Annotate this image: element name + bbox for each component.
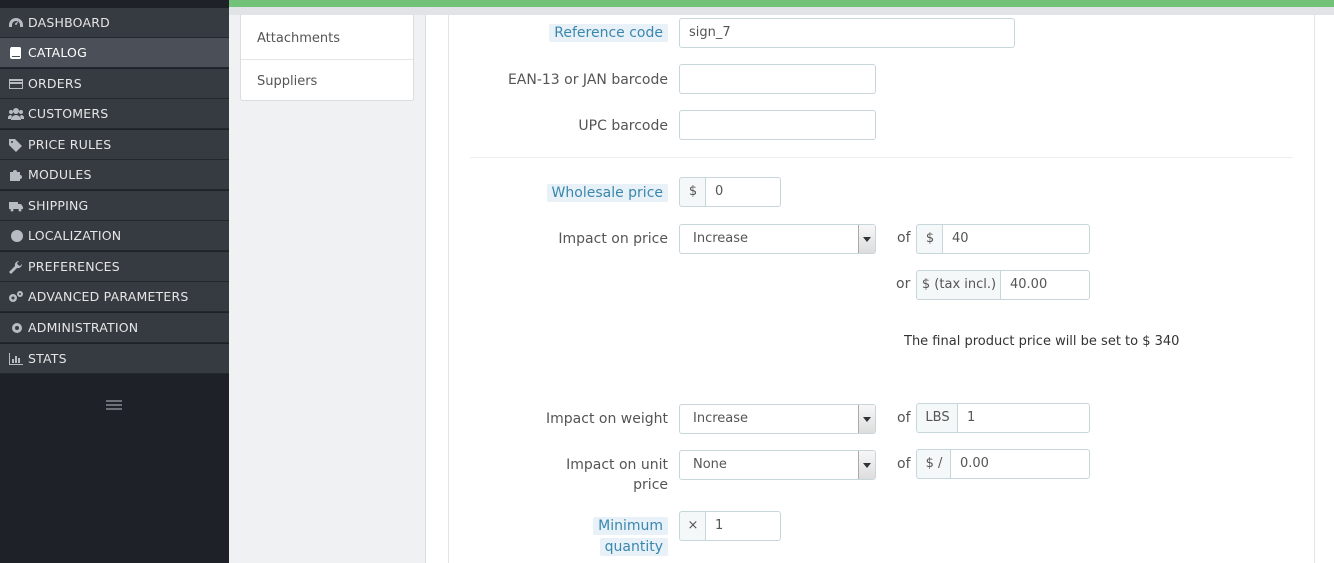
select-value: Increase xyxy=(693,411,749,426)
sidebar-item-customers[interactable]: Customers xyxy=(0,99,229,129)
sidebar-item-catalog[interactable]: Catalog xyxy=(0,38,229,68)
sidebar-item-localization[interactable]: Localization xyxy=(0,221,229,251)
users-icon xyxy=(8,107,24,120)
wholesale-price-input[interactable]: 0 xyxy=(705,177,781,207)
currency-addon: $ xyxy=(916,224,943,254)
sidebar-item-label: Catalog xyxy=(28,45,87,60)
sidebar-item-label: Customers xyxy=(28,106,109,121)
sidebar-item-advanced-parameters[interactable]: Advanced Parameters xyxy=(0,282,229,312)
globe-icon xyxy=(11,229,23,242)
reference-code-label: Reference code xyxy=(549,23,668,43)
sidebar-item-label: Preferences xyxy=(28,259,120,274)
sidebar-item-label: Shipping xyxy=(28,198,89,213)
divider xyxy=(470,157,1293,158)
sidebar: Dashboard Catalog Orders Customers Price… xyxy=(0,0,229,563)
wrench-icon xyxy=(9,260,23,274)
upc-label: UPC barcode xyxy=(578,118,668,134)
impact-price-tax-input[interactable]: 40.00 xyxy=(1000,270,1090,300)
impact-weight-label: Impact on weight xyxy=(546,411,668,427)
ean13-input[interactable] xyxy=(679,64,876,94)
sidebar-item-label: Orders xyxy=(28,76,82,91)
tab-suppliers[interactable]: Suppliers xyxy=(241,59,413,101)
sidebar-item-orders[interactable]: Orders xyxy=(0,69,229,99)
chevron-down-icon xyxy=(858,405,875,433)
sidebar-item-administration[interactable]: Administration xyxy=(0,313,229,343)
combination-form-panel xyxy=(425,15,1334,563)
dashboard-icon xyxy=(9,17,23,27)
of-label: of xyxy=(897,230,911,246)
sidebar-item-label: Stats xyxy=(28,351,67,366)
reference-code-input[interactable]: sign_7 xyxy=(679,18,1015,48)
tab-attachments[interactable]: Attachments xyxy=(241,17,413,59)
sidebar-item-label: Administration xyxy=(28,320,139,335)
ean13-label: EAN-13 or JAN barcode xyxy=(507,72,668,88)
of-label: of xyxy=(897,456,911,472)
truck-icon xyxy=(9,201,23,211)
impact-price-select[interactable]: Increase xyxy=(679,224,876,254)
chevron-down-icon xyxy=(858,451,875,479)
sidebar-item-label: Price Rules xyxy=(28,137,112,152)
currency-addon: $ xyxy=(679,177,706,207)
wholesale-price-label: Wholesale price xyxy=(546,183,668,203)
minimum-quantity-input[interactable]: 1 xyxy=(705,511,781,541)
upc-input[interactable] xyxy=(679,110,876,140)
sidebar-item-label: Localization xyxy=(28,228,122,243)
puzzle-icon xyxy=(10,169,22,181)
sidebar-item-modules[interactable]: Modules xyxy=(0,160,229,190)
sidebar-item-label: Modules xyxy=(28,167,92,182)
page-header-bar xyxy=(229,0,1334,15)
times-addon: × xyxy=(679,511,706,541)
select-value: None xyxy=(693,457,727,472)
credit-card-icon xyxy=(9,78,23,89)
unit-price-addon: $ / xyxy=(916,449,951,479)
impact-unit-price-label: Impact on unit price xyxy=(566,457,668,493)
select-value: Increase xyxy=(693,231,749,246)
impact-weight-select[interactable]: Increase xyxy=(679,404,876,434)
sidebar-item-label: Advanced Parameters xyxy=(28,289,189,304)
sidebar-item-dashboard[interactable]: Dashboard xyxy=(0,8,229,38)
cogs-icon xyxy=(9,290,23,302)
of-label: of xyxy=(897,410,911,426)
impact-unit-price-select[interactable]: None xyxy=(679,450,876,480)
sidebar-item-label: Dashboard xyxy=(28,15,110,30)
impact-unit-price-input[interactable]: 0.00 xyxy=(950,449,1090,479)
bar-chart-icon xyxy=(9,352,23,365)
weight-unit-addon: LBS xyxy=(916,403,958,433)
minimum-quantity-label: Minimum quantity xyxy=(593,516,668,558)
final-price-note: The final product price will be set to $… xyxy=(904,334,1180,349)
impact-price-label: Impact on price xyxy=(558,231,668,247)
chevron-down-icon xyxy=(858,225,875,253)
product-tabs: Attachments Suppliers xyxy=(240,15,414,101)
sidebar-item-preferences[interactable]: Preferences xyxy=(0,252,229,282)
impact-weight-input[interactable]: 1 xyxy=(957,403,1090,433)
sidebar-item-shipping[interactable]: Shipping xyxy=(0,191,229,221)
gear-icon xyxy=(12,322,22,333)
sidebar-item-price-rules[interactable]: Price Rules xyxy=(0,130,229,160)
hamburger-icon[interactable] xyxy=(106,400,122,414)
book-icon xyxy=(10,46,21,59)
sidebar-item-stats[interactable]: Stats xyxy=(0,344,229,374)
tax-incl-addon: $ (tax incl.) xyxy=(916,270,1001,300)
or-label: or xyxy=(896,276,911,292)
impact-price-input[interactable]: 40 xyxy=(942,224,1090,254)
tags-icon xyxy=(9,138,22,152)
